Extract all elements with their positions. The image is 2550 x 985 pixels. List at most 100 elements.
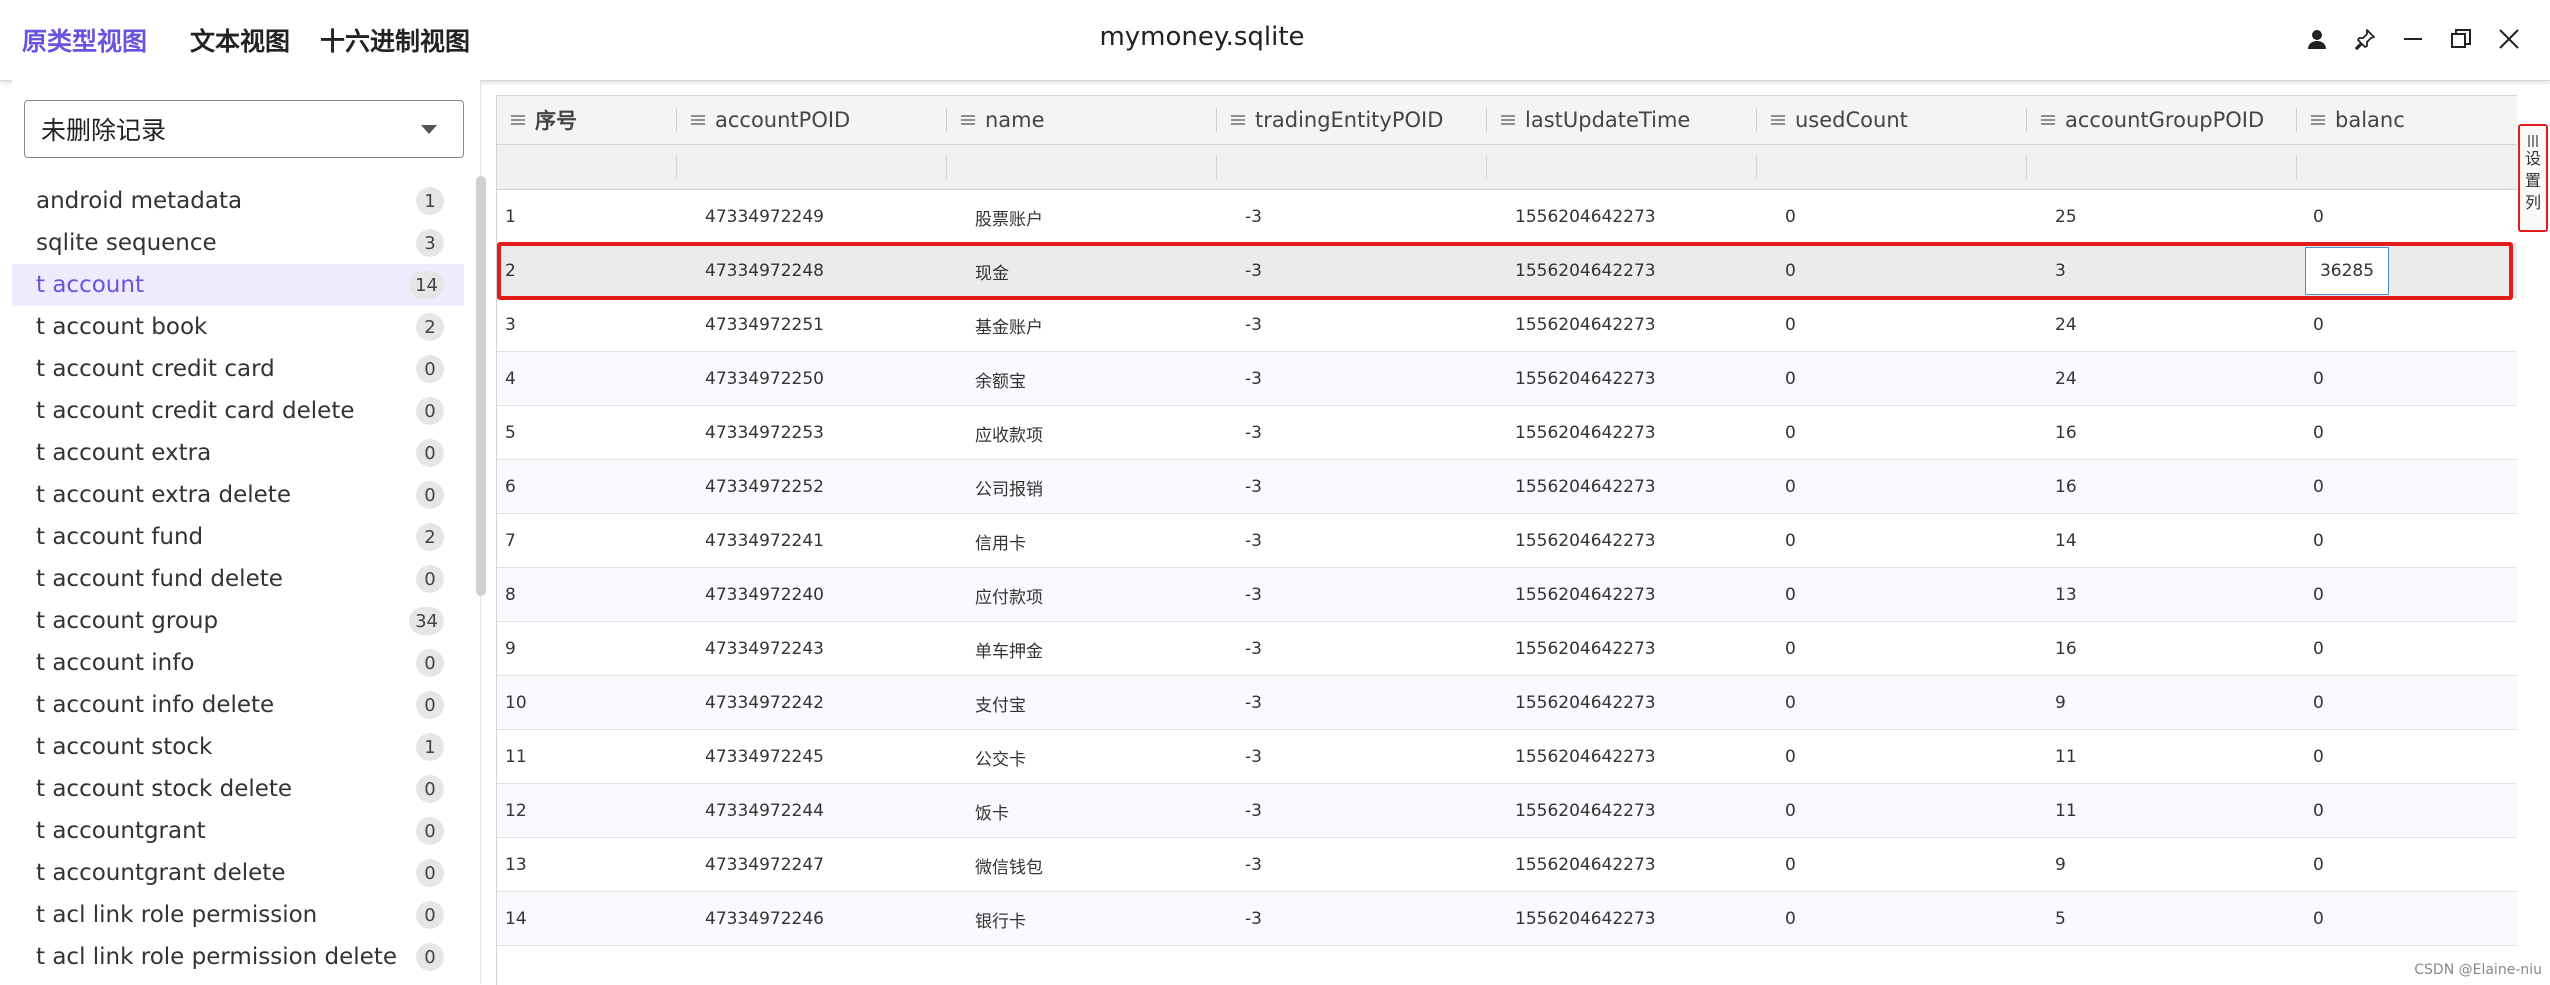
sidebar-item-table[interactable]: t account group 34	[12, 600, 464, 642]
sidebar-item-table[interactable]: t accountgrant delete 0	[12, 852, 464, 894]
column-filter-row[interactable]	[497, 145, 2517, 190]
table-cell[interactable]: 14	[2055, 514, 2295, 568]
table-cell[interactable]: 余额宝	[975, 352, 1215, 406]
table-cell[interactable]: 9	[2055, 838, 2295, 892]
column-menu-icon[interactable]	[961, 114, 975, 126]
table-cell[interactable]: -3	[1245, 622, 1485, 676]
sidebar-scrollbar[interactable]	[476, 176, 486, 596]
table-cell[interactable]: 0	[2313, 676, 2433, 730]
sidebar-item-table[interactable]: t account credit card 0	[12, 348, 464, 390]
table-cell[interactable]: 0	[2313, 838, 2433, 892]
sidebar-item-table[interactable]: t accountgrant 0	[12, 810, 464, 852]
table-cell[interactable]: 47334972248	[705, 244, 945, 298]
table-cell[interactable]: 0	[1785, 298, 2025, 352]
sidebar-item-table[interactable]: sqlite sequence 3	[12, 222, 464, 264]
table-cell[interactable]: 47334972249	[705, 190, 945, 244]
table-cell[interactable]: 13	[2055, 568, 2295, 622]
table-cell[interactable]: 47334972241	[705, 514, 945, 568]
minimize-icon[interactable]	[2396, 22, 2430, 56]
table-cell[interactable]: 1556204642273	[1515, 244, 1755, 298]
table-cell[interactable]: 支付宝	[975, 676, 1215, 730]
column-menu-icon[interactable]	[691, 114, 705, 126]
table-cell[interactable]: 现金	[975, 244, 1215, 298]
table-cell[interactable]: 0	[1785, 190, 2025, 244]
table-cell[interactable]: 信用卡	[975, 514, 1215, 568]
table-cell[interactable]: 1556204642273	[1515, 298, 1755, 352]
table-cell[interactable]: 0	[2313, 190, 2433, 244]
table-cell[interactable]: 11	[505, 730, 655, 784]
table-cell[interactable]: 3	[2055, 244, 2295, 298]
table-cell[interactable]: 25	[2055, 190, 2295, 244]
table-cell[interactable]: 单车押金	[975, 622, 1215, 676]
table-cell[interactable]: 1556204642273	[1515, 838, 1755, 892]
table-cell[interactable]: 0	[2313, 730, 2433, 784]
close-icon[interactable]	[2492, 22, 2526, 56]
table-cell[interactable]: 微信钱包	[975, 838, 1215, 892]
sidebar-item-table[interactable]: t acl link role permission delete 0	[12, 936, 464, 978]
column-header[interactable]: 序号	[497, 96, 677, 144]
table-cell[interactable]: -3	[1245, 298, 1485, 352]
table-cell[interactable]: 14	[505, 892, 655, 946]
restore-icon[interactable]	[2444, 22, 2478, 56]
table-row[interactable]: 14 47334972246 银行卡 -3 1556204642273 0 5 0	[497, 892, 2517, 946]
table-cell[interactable]: 1556204642273	[1515, 622, 1755, 676]
table-cell[interactable]: 11	[2055, 730, 2295, 784]
table-cell[interactable]: 1556204642273	[1515, 676, 1755, 730]
table-row[interactable]: 12 47334972244 饭卡 -3 1556204642273 0 11 0	[497, 784, 2517, 838]
table-cell[interactable]: 0	[2313, 622, 2433, 676]
table-cell[interactable]: -3	[1245, 244, 1485, 298]
column-header[interactable]: tradingEntityPOID	[1217, 96, 1487, 144]
sidebar-item-table[interactable]: t account fund 2	[12, 516, 464, 558]
column-settings-button[interactable]: 设 置 列	[2520, 126, 2546, 230]
table-row[interactable]: 13 47334972247 微信钱包 -3 1556204642273 0 9 0	[497, 838, 2517, 892]
table-cell[interactable]: 1556204642273	[1515, 190, 1755, 244]
table-cell[interactable]: 饭卡	[975, 784, 1215, 838]
table-cell[interactable]: -3	[1245, 460, 1485, 514]
table-cell[interactable]: 47334972253	[705, 406, 945, 460]
sidebar-item-table[interactable]: t account info delete 0	[12, 684, 464, 726]
column-header[interactable]: lastUpdateTime	[1487, 96, 1757, 144]
table-cell[interactable]: 6	[505, 460, 655, 514]
table-row[interactable]: 7 47334972241 信用卡 -3 1556204642273 0 14 0	[497, 514, 2517, 568]
table-cell[interactable]: 13	[505, 838, 655, 892]
table-cell[interactable]: 4	[505, 352, 655, 406]
table-cell[interactable]: 1556204642273	[1515, 568, 1755, 622]
table-cell[interactable]: 1556204642273	[1515, 784, 1755, 838]
table-cell[interactable]: 1	[505, 190, 655, 244]
table-cell[interactable]: -3	[1245, 568, 1485, 622]
table-cell[interactable]: -3	[1245, 784, 1485, 838]
table-cell[interactable]: -3	[1245, 892, 1485, 946]
table-cell[interactable]: 1556204642273	[1515, 892, 1755, 946]
sidebar-item-table[interactable]: t acl link role permission 0	[12, 894, 464, 936]
sidebar-item-table[interactable]: t account credit card delete 0	[12, 390, 464, 432]
table-cell[interactable]: 公交卡	[975, 730, 1215, 784]
table-cell[interactable]: 5	[2055, 892, 2295, 946]
table-cell[interactable]: 16	[2055, 406, 2295, 460]
table-cell[interactable]: 47334972240	[705, 568, 945, 622]
column-resize-handle[interactable]	[1216, 108, 1217, 132]
table-cell[interactable]: -3	[1245, 190, 1485, 244]
table-row[interactable]: 6 47334972252 公司报销 -3 1556204642273 0 16 0	[497, 460, 2517, 514]
column-menu-icon[interactable]	[1501, 114, 1515, 126]
table-row[interactable]: 8 47334972240 应付款项 -3 1556204642273 0 13 0	[497, 568, 2517, 622]
column-menu-icon[interactable]	[2311, 114, 2325, 126]
column-resize-handle[interactable]	[1486, 108, 1487, 132]
table-cell[interactable]: 1556204642273	[1515, 730, 1755, 784]
table-cell[interactable]: 0	[1785, 514, 2025, 568]
table-cell[interactable]: -3	[1245, 406, 1485, 460]
table-row[interactable]: 10 47334972242 支付宝 -3 1556204642273 0 9 0	[497, 676, 2517, 730]
table-cell[interactable]: 0	[1785, 406, 2025, 460]
table-cell[interactable]: 16	[2055, 622, 2295, 676]
table-cell[interactable]: 0	[1785, 676, 2025, 730]
table-cell[interactable]: 5	[505, 406, 655, 460]
table-cell[interactable]: 36285	[2305, 247, 2389, 295]
table-cell[interactable]: 1556204642273	[1515, 514, 1755, 568]
table-row[interactable]: 1 47334972249 股票账户 -3 1556204642273 0 25 0	[497, 190, 2517, 244]
table-cell[interactable]: -3	[1245, 352, 1485, 406]
table-cell[interactable]: 1556204642273	[1515, 352, 1755, 406]
column-header[interactable]: balanc	[2297, 96, 2447, 144]
table-cell[interactable]: 10	[505, 676, 655, 730]
table-row[interactable]: 2 47334972248 现金 -3 1556204642273 0 3 36285	[497, 244, 2517, 298]
table-cell[interactable]: 0	[1785, 730, 2025, 784]
pin-icon[interactable]	[2348, 22, 2382, 56]
